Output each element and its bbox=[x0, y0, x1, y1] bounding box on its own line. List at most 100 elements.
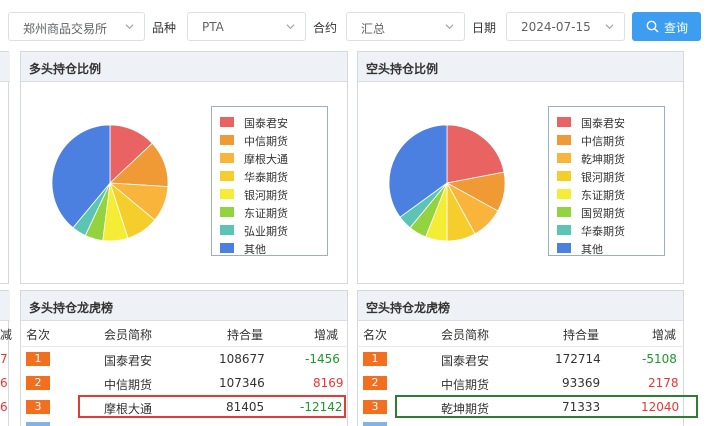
left-edge-header: 减 bbox=[0, 328, 13, 342]
position-qty: 93369 bbox=[562, 376, 601, 390]
rank-badge: 3 bbox=[26, 400, 50, 414]
legend-label: 乾坤期货 bbox=[581, 153, 625, 166]
legend-swatch bbox=[220, 153, 234, 163]
column-header-qty: 持合量 bbox=[563, 328, 600, 342]
legend-label: 国泰君安 bbox=[581, 117, 625, 130]
panel-title: 空头持仓龙虎榜 bbox=[366, 301, 451, 315]
column-header-member: 会员简称 bbox=[441, 328, 490, 342]
date-label: 日期 bbox=[472, 21, 497, 35]
long-ratio-panel: 多头持仓比例 国泰君安中信期货摩根大通华泰期货银河期货东证期货弘业期货其他 bbox=[20, 51, 348, 284]
panel-title: 空头持仓比例 bbox=[366, 62, 439, 76]
legend-label: 其他 bbox=[581, 243, 603, 256]
left-edge-value: 7 bbox=[0, 352, 8, 366]
left-edge-value: 6 bbox=[0, 400, 8, 414]
column-header-qty: 持合量 bbox=[227, 328, 264, 342]
legend-label: 华泰期货 bbox=[581, 225, 625, 238]
legend-label: 银河期货 bbox=[244, 189, 288, 202]
left-edge-value: 6 bbox=[0, 376, 8, 390]
position-qty: 107346 bbox=[219, 376, 265, 390]
query-label: 查询 bbox=[664, 21, 689, 35]
date-value: 2024-07-15 bbox=[521, 20, 591, 34]
variety-select[interactable]: PTA bbox=[187, 12, 306, 41]
legend-swatch bbox=[220, 135, 234, 145]
legend-swatch bbox=[557, 171, 571, 181]
member-name: 中信期货 bbox=[104, 378, 153, 392]
position-change: -5108 bbox=[642, 352, 677, 366]
legend-label: 摩根大通 bbox=[244, 153, 288, 166]
chevron-down-icon bbox=[286, 24, 295, 30]
chevron-down-icon bbox=[445, 24, 454, 30]
legend-label: 弘业期货 bbox=[244, 225, 288, 238]
long-ratio-pie-chart bbox=[51, 124, 169, 242]
rank-badge: 2 bbox=[26, 376, 50, 390]
short-ratio-pie-chart bbox=[388, 124, 506, 242]
position-change: 8169 bbox=[313, 376, 344, 390]
legend-label: 华泰期货 bbox=[244, 171, 288, 184]
column-header-change: 增减 bbox=[652, 328, 677, 342]
position-qty: 172714 bbox=[555, 352, 601, 366]
legend-swatch bbox=[557, 225, 571, 235]
panel-header: 多头持仓比例 bbox=[21, 52, 347, 82]
date-picker[interactable]: 2024-07-15 bbox=[506, 12, 625, 41]
legend-swatch bbox=[557, 135, 571, 145]
row-hint bbox=[363, 422, 387, 426]
position-qty: 108677 bbox=[219, 352, 265, 366]
legend-swatch bbox=[220, 189, 234, 199]
position-page: 郑州商品交易所 品种 PTA 合约 汇总 日期 2024-07-15 查询 减 … bbox=[0, 0, 706, 426]
contract-label: 合约 bbox=[313, 21, 338, 35]
panel-header: 空头持仓比例 bbox=[358, 52, 683, 82]
variety-label: 品种 bbox=[152, 21, 177, 35]
legend-label: 银河期货 bbox=[581, 171, 625, 184]
legend-swatch bbox=[220, 171, 234, 181]
panel-header: 多头持仓龙虎榜 bbox=[21, 291, 347, 321]
variety-value: PTA bbox=[202, 20, 224, 34]
exchange-value: 郑州商品交易所 bbox=[23, 22, 108, 36]
legend-label: 中信期货 bbox=[581, 135, 625, 148]
rank-badge: 1 bbox=[363, 352, 387, 366]
legend-swatch bbox=[220, 117, 234, 127]
query-button[interactable]: 查询 bbox=[632, 12, 701, 41]
rank-badge: 2 bbox=[363, 376, 387, 390]
highlight-box-green bbox=[395, 395, 698, 418]
legend-swatch bbox=[220, 207, 234, 217]
divider bbox=[20, 346, 348, 347]
legend-swatch bbox=[557, 207, 571, 217]
left-edge-panel-top bbox=[0, 51, 10, 284]
panel-header: 空头持仓龙虎榜 bbox=[358, 291, 683, 321]
legend-swatch bbox=[557, 243, 571, 253]
rank-badge: 3 bbox=[363, 400, 387, 414]
legend-swatch bbox=[557, 189, 571, 199]
contract-select[interactable]: 汇总 bbox=[346, 12, 465, 41]
divider bbox=[357, 346, 684, 347]
column-header-rank: 名次 bbox=[363, 328, 388, 342]
legend-label: 国泰君安 bbox=[244, 117, 288, 130]
short-ratio-panel: 空头持仓比例 国泰君安中信期货乾坤期货银河期货东证期货国贸期货华泰期货其他 bbox=[357, 51, 684, 284]
legend-label: 其他 bbox=[244, 243, 266, 256]
legend-label: 东证期货 bbox=[581, 189, 625, 202]
legend-swatch bbox=[557, 153, 571, 163]
panel-title: 多头持仓比例 bbox=[29, 62, 102, 76]
long-ratio-legend: 国泰君安中信期货摩根大通华泰期货银河期货东证期货弘业期货其他 bbox=[211, 106, 328, 256]
legend-swatch bbox=[220, 243, 234, 253]
legend-label: 中信期货 bbox=[244, 135, 288, 148]
search-icon bbox=[646, 20, 659, 33]
exchange-select[interactable]: 郑州商品交易所 bbox=[8, 12, 145, 41]
legend-label: 国贸期货 bbox=[581, 207, 625, 220]
position-change: 2178 bbox=[648, 376, 679, 390]
contract-value: 汇总 bbox=[361, 22, 386, 36]
legend-swatch bbox=[557, 117, 571, 127]
chevron-down-icon bbox=[605, 24, 614, 30]
member-name: 国泰君安 bbox=[104, 354, 153, 368]
legend-label: 东证期货 bbox=[244, 207, 288, 220]
legend-swatch bbox=[220, 225, 234, 235]
rank-badge: 1 bbox=[26, 352, 50, 366]
chevron-down-icon bbox=[125, 24, 134, 30]
highlight-box-red bbox=[78, 395, 346, 418]
position-change: -1456 bbox=[305, 352, 340, 366]
member-name: 国泰君安 bbox=[441, 354, 490, 368]
panel-title: 多头持仓龙虎榜 bbox=[29, 301, 114, 315]
member-name: 中信期货 bbox=[441, 378, 490, 392]
row-hint bbox=[26, 422, 50, 426]
column-header-member: 会员简称 bbox=[104, 328, 153, 342]
short-ratio-legend: 国泰君安中信期货乾坤期货银河期货东证期货国贸期货华泰期货其他 bbox=[548, 106, 665, 256]
